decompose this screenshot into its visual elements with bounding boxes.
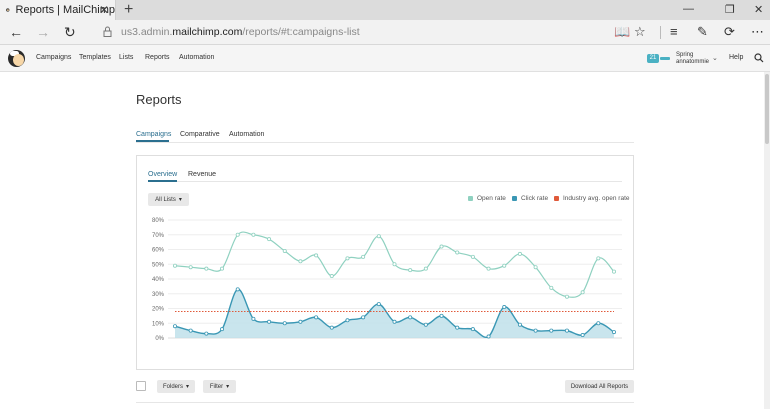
nav-automation[interactable]: Automation: [179, 54, 214, 61]
more-icon[interactable]: ⋯: [751, 24, 764, 40]
list-divider: [136, 402, 634, 403]
key-icon: [660, 57, 670, 60]
app-nav: Campaigns Templates Lists Reports Automa…: [0, 45, 770, 72]
address-bar: ← → ↻ us3.admin.mailchimp.com/reports/#t…: [0, 20, 770, 45]
tab-automation[interactable]: Automation: [229, 131, 264, 138]
legend-swatch: [512, 196, 517, 201]
back-arrow-icon[interactable]: ←: [9, 24, 23, 40]
folders-dropdown[interactable]: Folders ▾: [157, 380, 195, 393]
account-name: Spring: [676, 52, 694, 58]
legend-swatch: [554, 196, 559, 201]
legend-open-rate[interactable]: Open rate: [468, 195, 506, 202]
url-domain: mailchimp.com: [172, 26, 243, 38]
reports-chart-panel: [136, 155, 634, 370]
active-panel-tab-indicator: [148, 180, 177, 182]
notification-badge[interactable]: 21: [647, 54, 659, 63]
hub-icon[interactable]: ≡: [670, 24, 678, 39]
legend-swatch: [468, 196, 473, 201]
tab-comparative[interactable]: Comparative: [180, 131, 220, 138]
scrollbar-thumb[interactable]: [765, 74, 769, 144]
favorite-star-icon[interactable]: ☆: [634, 24, 646, 40]
legend-click-rate[interactable]: Click rate: [512, 195, 548, 202]
nav-campaigns[interactable]: Campaigns: [36, 54, 71, 61]
legend-industry-avg[interactable]: Industry avg. open rate: [554, 195, 630, 202]
tab-close-icon[interactable]: ✕: [99, 3, 109, 17]
minimize-icon[interactable]: —: [683, 3, 694, 15]
page-title: Reports: [136, 92, 182, 107]
nav-templates[interactable]: Templates: [79, 54, 111, 61]
new-tab-icon[interactable]: +: [124, 1, 133, 19]
legend-label: Industry avg. open rate: [563, 195, 630, 202]
account-menu[interactable]: Spring annatommie: [676, 52, 709, 66]
chevron-down-icon: ▾: [186, 384, 190, 390]
tab-campaigns[interactable]: Campaigns: [136, 131, 171, 138]
lock-icon: [103, 26, 112, 37]
legend-label: Click rate: [521, 195, 549, 202]
url-prefix: us3.admin.: [121, 26, 173, 38]
browser-tab-bar: Reports | MailChimp ✕ + — ❐ ✕: [0, 0, 770, 20]
tab-overview[interactable]: Overview: [148, 171, 177, 178]
folders-label: Folders: [162, 383, 183, 390]
tab-revenue[interactable]: Revenue: [188, 171, 216, 178]
filter-label: Filter: [209, 383, 224, 390]
browser-tab[interactable]: Reports | MailChimp ✕: [0, 0, 116, 20]
url-field[interactable]: us3.admin.mailchimp.com/reports/#t:campa…: [121, 26, 360, 38]
chevron-down-icon: ▾: [226, 384, 230, 390]
chevron-down-icon: ▾: [178, 197, 182, 203]
share-icon[interactable]: ⟳: [724, 24, 735, 40]
panel-tabs-divider: [148, 181, 622, 182]
list-filter-label: All Lists: [155, 196, 176, 203]
filter-dropdown[interactable]: Filter ▾: [203, 380, 236, 393]
search-icon[interactable]: [754, 53, 764, 63]
nav-lists[interactable]: Lists: [119, 54, 133, 61]
legend-label: Open rate: [477, 195, 506, 202]
restore-icon[interactable]: ❐: [725, 3, 735, 16]
nav-help[interactable]: Help: [729, 54, 743, 61]
divider: [660, 26, 661, 39]
url-path: /reports/#t:campaigns-list: [242, 26, 360, 38]
refresh-icon[interactable]: ↻: [64, 24, 76, 41]
mailchimp-favicon-icon: [6, 8, 10, 12]
list-filter-dropdown[interactable]: All Lists ▾: [148, 193, 189, 206]
download-all-reports-button[interactable]: Download All Reports: [565, 380, 634, 393]
mailchimp-logo-icon[interactable]: [8, 50, 25, 67]
active-tab-indicator: [136, 140, 169, 142]
reading-view-icon[interactable]: 📖: [614, 24, 630, 40]
tabs-divider: [136, 142, 634, 143]
forward-arrow-icon[interactable]: →: [36, 24, 50, 40]
nav-reports[interactable]: Reports: [145, 54, 170, 61]
select-all-checkbox[interactable]: [136, 381, 146, 391]
chevron-down-icon[interactable]: ⌄: [712, 54, 718, 62]
account-username: annatommie: [676, 59, 710, 65]
web-note-icon[interactable]: ✎: [697, 24, 708, 40]
window-close-icon[interactable]: ✕: [754, 3, 763, 16]
